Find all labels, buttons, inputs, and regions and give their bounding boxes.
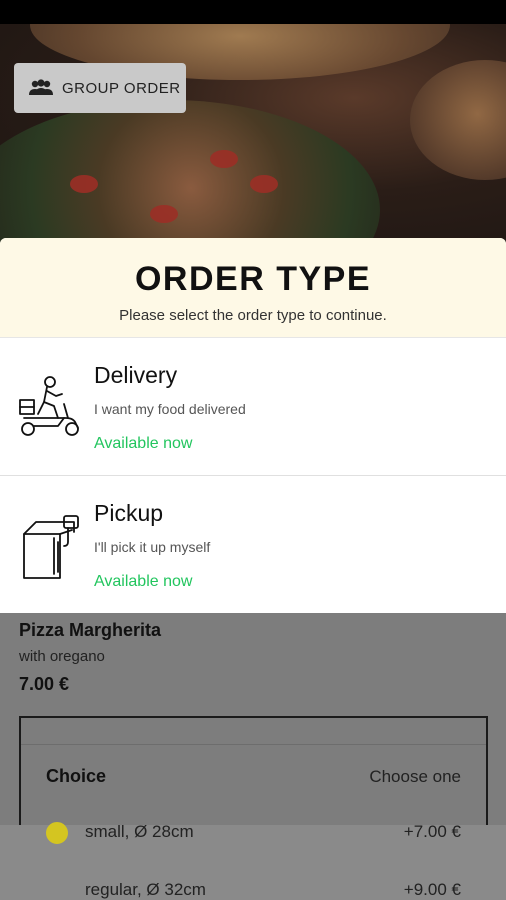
option-title: Pickup [94,500,164,526]
status-bar [0,0,506,24]
group-order-label: GROUP ORDER [62,79,181,97]
hero-strawberry [210,150,238,168]
hero-strawberry [70,175,98,193]
choice-hint: Choose one [369,767,461,786]
choice-option-price: +9.00 € [403,880,461,899]
group-order-button[interactable]: GROUP ORDER [14,63,186,113]
hero-pizza [0,100,380,245]
modal-title: ORDER TYPE [134,260,372,298]
choice-option-small[interactable]: small, Ø 28cm +7.00 € [0,814,506,850]
option-availability: Available now [94,573,193,590]
choice-option-label: regular, Ø 32cm [85,880,206,899]
option-description: I'll pick it up myself [94,539,211,555]
product-name: Pizza Margherita [19,620,162,640]
order-option-pickup[interactable]: Pickup I'll pick it up myself Available … [0,476,506,613]
option-title: Delivery [94,362,178,388]
product-description: with oregano [19,648,105,665]
hero-strawberry [250,175,278,193]
order-option-delivery[interactable]: Delivery I want my food delivered Availa… [0,338,506,476]
divider [21,744,486,745]
group-icon [29,79,53,95]
modal-header: ORDER TYPE Please select the order type … [0,238,506,338]
choice-option-price: +7.00 € [403,822,461,841]
scooter-delivery-icon [19,376,79,436]
option-description: I want my food delivered [94,401,246,417]
modal-subtitle: Please select the order type to continue… [119,307,387,324]
choice-option-regular[interactable]: regular, Ø 32cm +9.00 € [0,872,506,900]
hero-strawberry [150,205,178,223]
radio-unselected[interactable] [46,880,68,900]
takeaway-bag-icon [23,515,79,579]
order-type-modal: ORDER TYPE Please select the order type … [0,238,506,613]
choice-option-label: small, Ø 28cm [85,822,194,841]
hero-plate [410,60,506,180]
product-price: 7.00 € [19,674,70,694]
hero-image [0,0,506,245]
choice-title: Choice [46,766,107,786]
option-availability: Available now [94,435,193,452]
radio-selected[interactable] [46,822,68,844]
